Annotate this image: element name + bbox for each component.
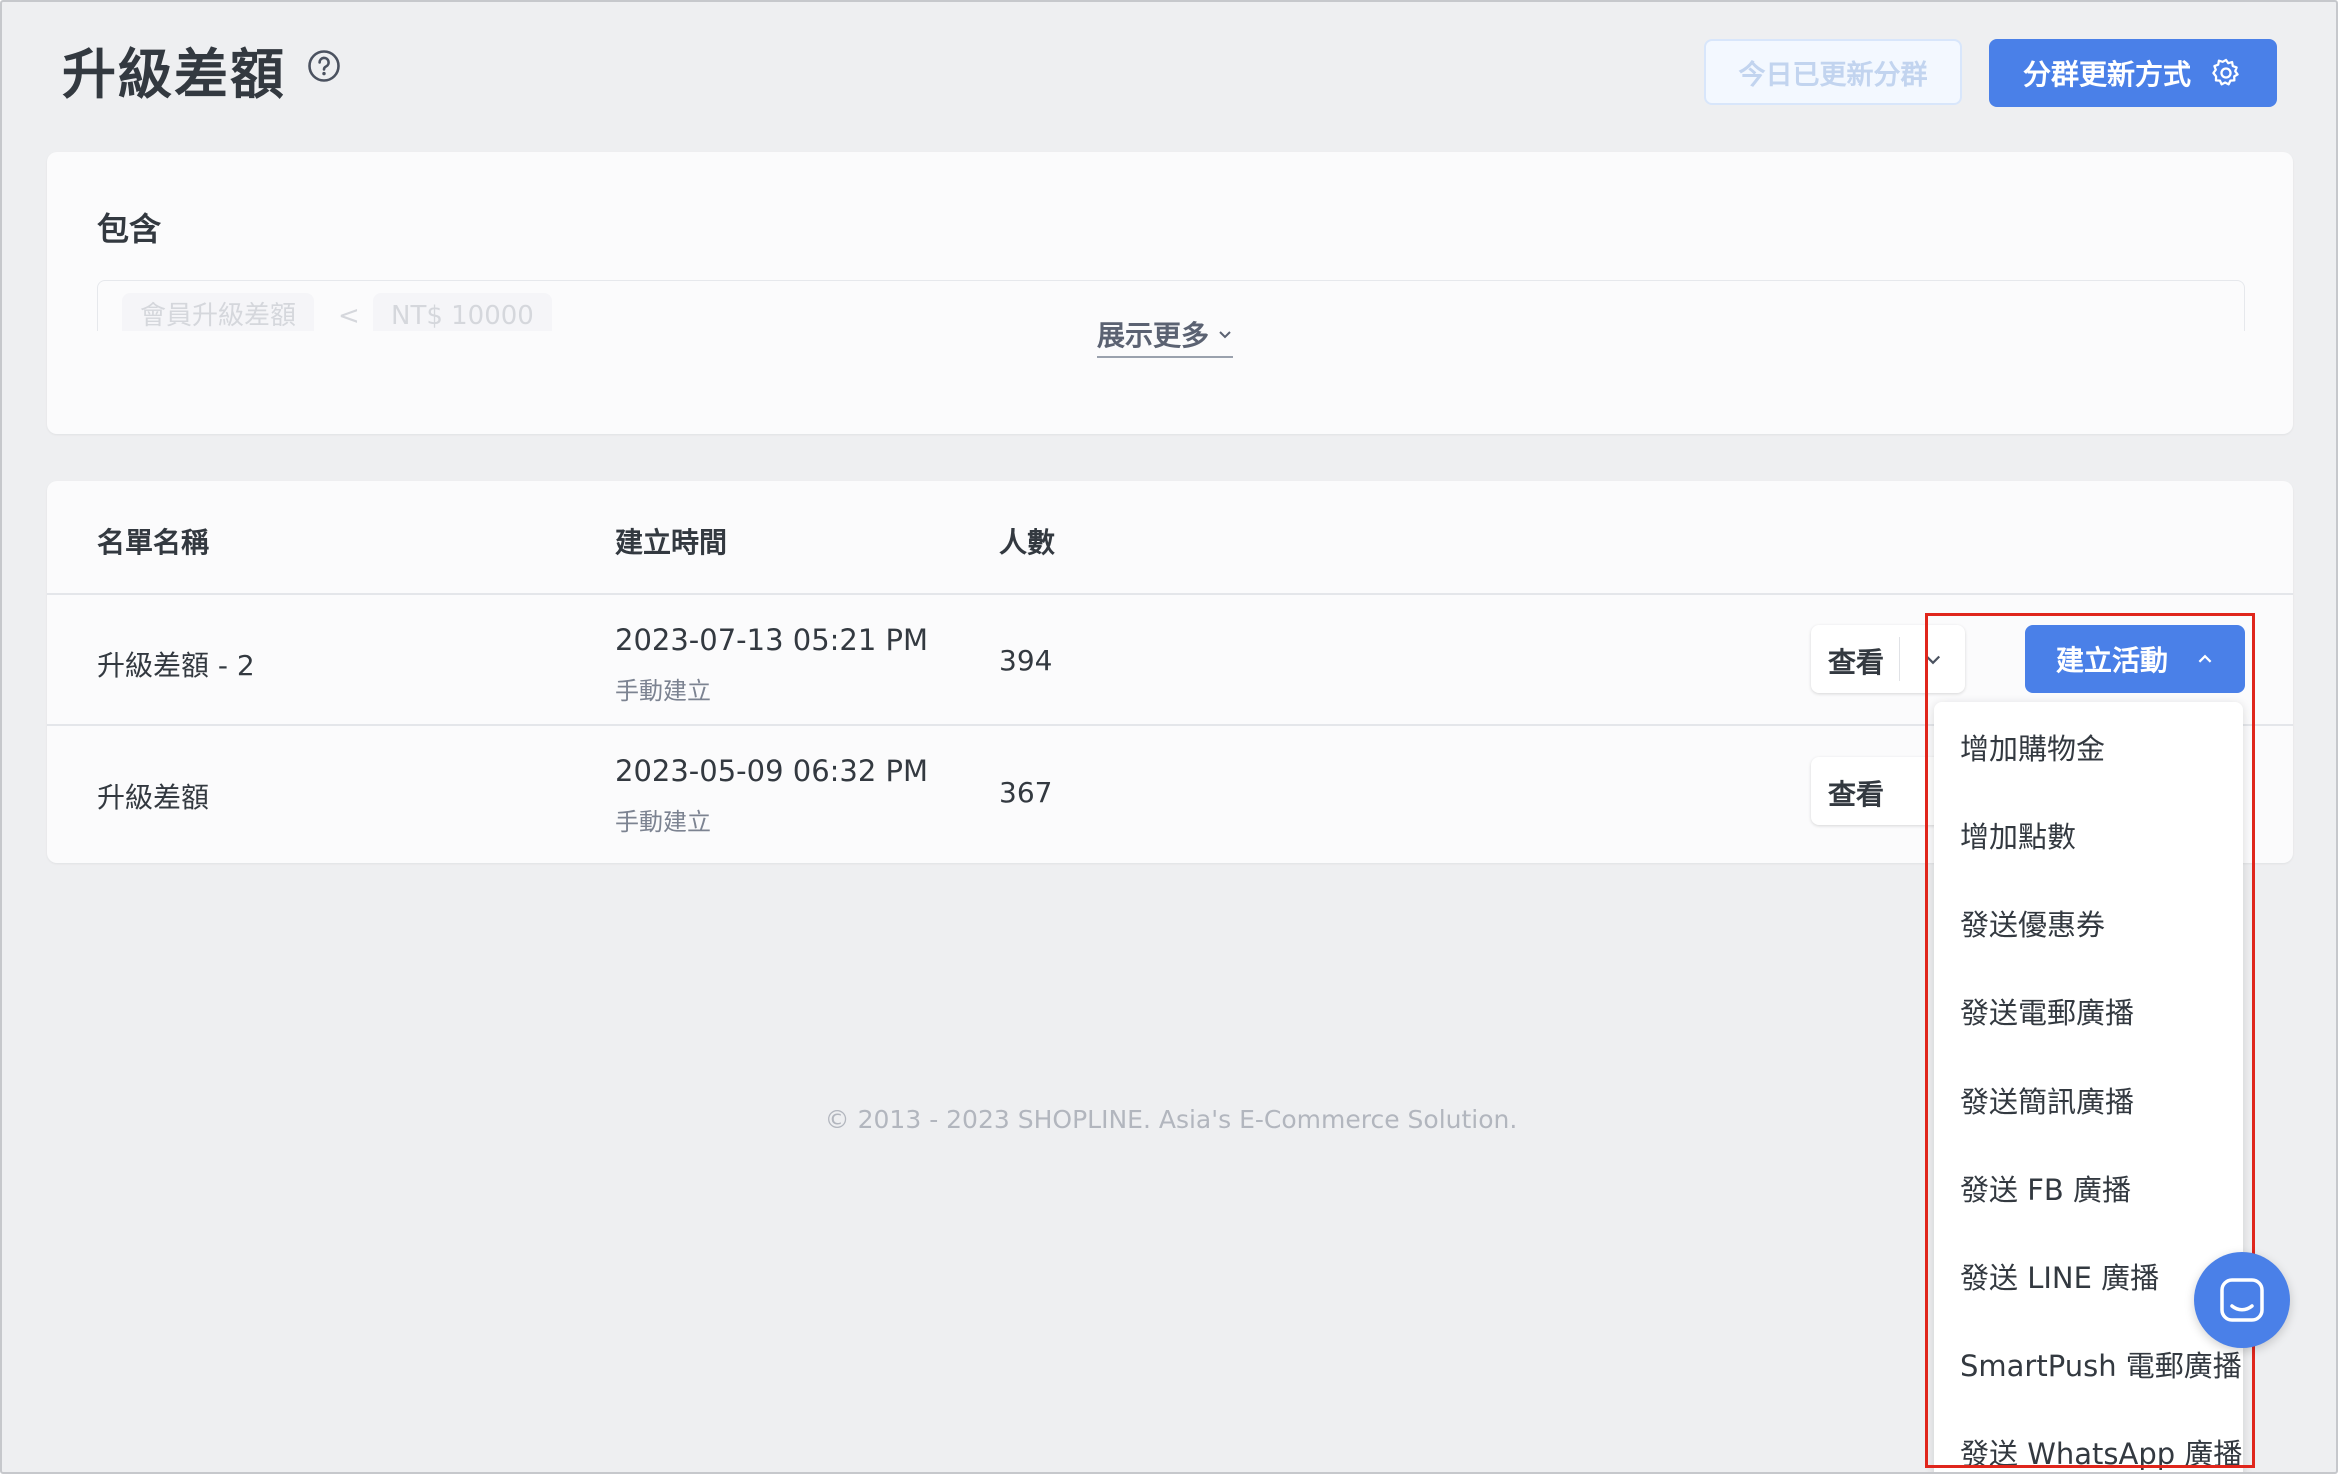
update-method-label: 分群更新方式 — [2022, 58, 2191, 91]
row-2-view-label: 查看 — [1828, 778, 1885, 811]
show-more-label: 展示更多 — [1097, 319, 1210, 352]
updated-today-button[interactable]: 今日已更新分群 — [1704, 39, 1962, 105]
highlight-box — [1925, 613, 2255, 1468]
updated-today-label: 今日已更新分群 — [1738, 59, 1928, 91]
show-more-link[interactable]: 展示更多 — [1097, 314, 1234, 358]
include-label: 包含 — [97, 210, 162, 248]
row-1-created-at: 2023-07-13 05:21 PM — [615, 623, 929, 657]
column-header-created: 建立時間 — [615, 526, 728, 559]
column-header-count: 人數 — [999, 526, 1056, 559]
footer-copyright: © 2013 - 2023 SHOPLINE. Asia's E-Commerc… — [824, 1105, 1518, 1134]
gear-icon — [2212, 58, 2239, 86]
column-header-name: 名單名稱 — [97, 526, 210, 559]
condition-field-chip: 會員升級差額 — [122, 293, 315, 331]
row-1-created-by: 手動建立 — [615, 677, 711, 705]
row-2-created-by: 手動建立 — [615, 808, 711, 836]
row-1-name: 升級差額 - 2 — [97, 649, 255, 682]
header-divider — [47, 593, 2293, 595]
row-1-view-label: 查看 — [1828, 646, 1885, 679]
help-icon[interactable] — [307, 49, 341, 83]
chat-icon — [2220, 1278, 2264, 1322]
chat-button[interactable] — [2194, 1252, 2290, 1348]
row-2-count: 367 — [999, 776, 1053, 809]
button-divider — [1899, 637, 1900, 681]
page-title: 升級差額 — [62, 43, 286, 106]
condition-operator: < — [338, 301, 360, 331]
include-card: 包含 會員升級差額 < NT$ 10000 展示更多 — [47, 152, 2293, 434]
row-2-name: 升級差額 — [97, 781, 210, 814]
row-1-count: 394 — [999, 644, 1053, 677]
chevron-down-icon — [1219, 331, 1231, 339]
condition-value-chip: NT$ 10000 — [373, 293, 552, 331]
update-method-button[interactable]: 分群更新方式 — [1989, 39, 2277, 107]
row-2-created-at: 2023-05-09 06:32 PM — [615, 754, 929, 788]
app-window: 升級差額 今日已更新分群 分群更新方式 包含 會員升級差額 < NT$ 1000… — [0, 0, 2338, 1474]
